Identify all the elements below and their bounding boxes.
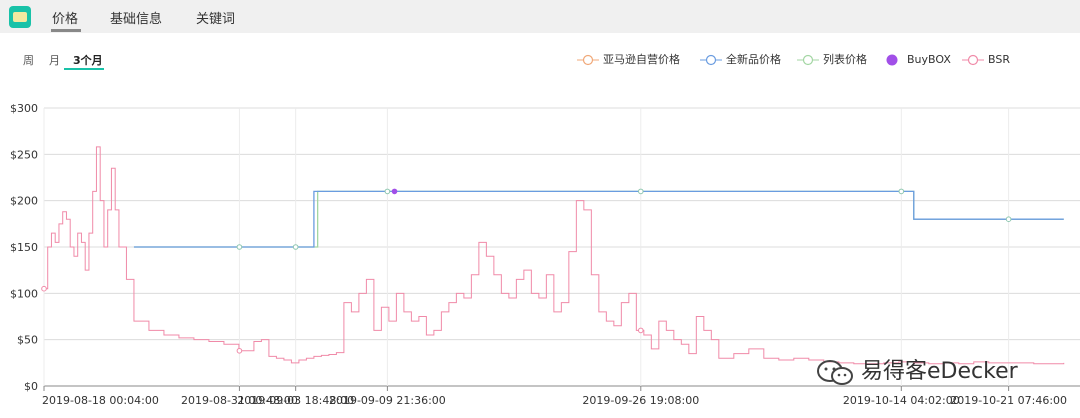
price-history-chart: $0 $50 $100 $150 $200 $250 $300 2019-08-18 00:0… (10, 102, 1080, 407)
price-point[interactable] (898, 188, 905, 195)
wechat-icon (817, 360, 853, 385)
y-tick-label: $250 (10, 148, 38, 161)
y-tick-label: $100 (10, 287, 38, 300)
price-point[interactable] (637, 188, 644, 195)
watermark-text: 易得客eDecker (861, 359, 1018, 384)
x-tick-label: 2019-10-21 07:46:00 (950, 394, 1067, 407)
y-tick-label: $300 (10, 102, 38, 115)
price-point[interactable] (1005, 216, 1012, 222)
bsr-point[interactable] (236, 347, 243, 354)
x-tick-label: 2019-10-14 04:02:00 (843, 394, 960, 407)
bsr-series-line (44, 146, 1065, 365)
price-point[interactable] (236, 244, 243, 250)
price-point[interactable] (384, 188, 391, 195)
price-point[interactable] (292, 244, 299, 250)
y-tick-label: $150 (10, 241, 38, 254)
x-tick-label: 2019-09-26 19:08:00 (582, 394, 699, 407)
x-tick-label: 2019-09-09 21:36:00 (329, 394, 446, 407)
buybox-point[interactable] (391, 188, 398, 195)
x-tick-label: 2019-08-18 00:04:00 (42, 394, 159, 407)
bsr-point[interactable] (41, 285, 47, 292)
y-tick-label: $200 (10, 195, 38, 208)
y-tick-label: $50 (17, 334, 38, 347)
y-tick-label: $0 (24, 380, 38, 393)
bsr-point[interactable] (637, 327, 644, 334)
new-price-series-line (133, 190, 1064, 248)
